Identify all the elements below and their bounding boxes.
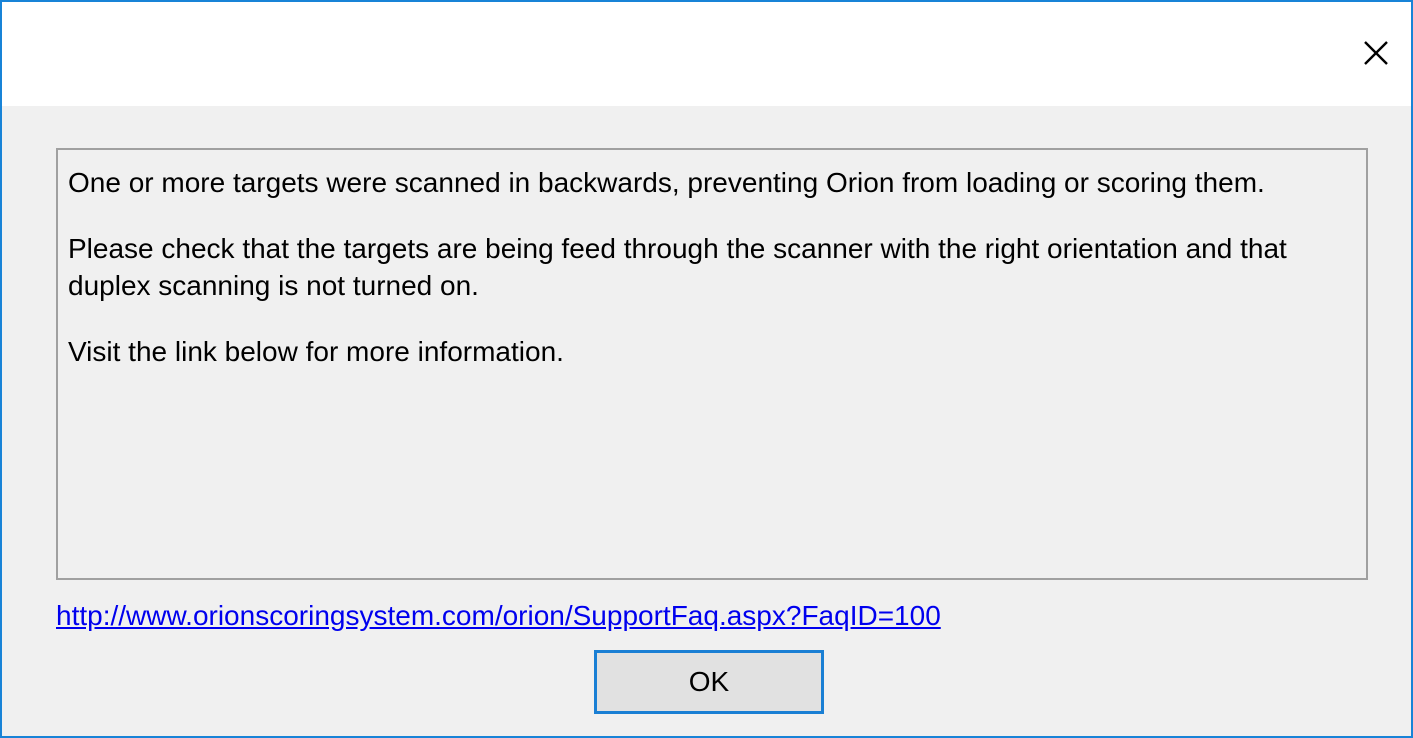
close-button[interactable]: [1353, 30, 1397, 74]
support-faq-link[interactable]: http://www.orionscoringsystem.com/orion/…: [56, 599, 941, 633]
message-paragraph-2: Please check that the targets are being …: [68, 233, 1295, 301]
message-text-box: One or more targets were scanned in back…: [56, 148, 1368, 580]
ok-button[interactable]: OK: [594, 650, 824, 714]
message-paragraph-3: Visit the link below for more informatio…: [68, 336, 564, 367]
close-icon: [1364, 41, 1388, 65]
dialog-window: One or more targets were scanned in back…: [0, 0, 1413, 738]
message-paragraph-1: One or more targets were scanned in back…: [68, 167, 1265, 198]
title-bar: [2, 2, 1411, 106]
